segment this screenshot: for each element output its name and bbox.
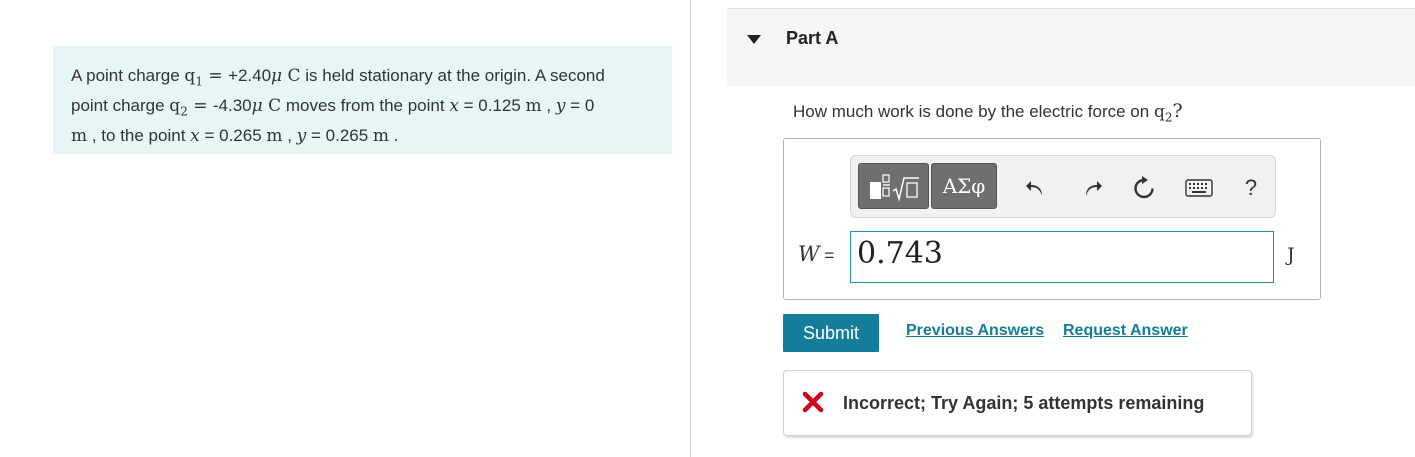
part-a-header[interactable]: Part A (727, 8, 1415, 86)
unit-meter: m (525, 95, 542, 116)
submit-button[interactable]: Submit (783, 314, 879, 352)
problem-text: is held stationary at the origin. A seco… (300, 66, 605, 85)
reset-icon[interactable] (1131, 175, 1157, 201)
problem-text: . (389, 125, 399, 145)
math-toolbar: ΑΣφ ? (850, 155, 1276, 218)
templates-button[interactable] (858, 163, 929, 209)
problem-text: , to the point (87, 125, 191, 145)
problem-statement: A point charge q1 = +2.40μ C is held sta… (53, 46, 672, 154)
problem-text: moves from the point (281, 95, 450, 115)
question-prompt: How much work is done by the electric fo… (793, 102, 1154, 121)
question-mark: ? (1172, 100, 1183, 122)
comma: , (541, 95, 556, 115)
mu-symbol: μ (251, 95, 263, 116)
answer-box: ΑΣφ ? W = 0.743 J (783, 138, 1321, 300)
answer-unit: J (1287, 244, 1295, 266)
templates-icon (869, 174, 919, 202)
part-title: Part A (786, 28, 839, 48)
equals: = (187, 95, 213, 116)
undo-icon[interactable] (1023, 175, 1049, 201)
y2-value: = 0.265 (306, 125, 373, 145)
answer-input[interactable]: 0.743 (850, 231, 1274, 283)
comma: , (282, 125, 297, 145)
greek-symbols-button[interactable]: ΑΣφ (931, 163, 997, 209)
question-text: How much work is done by the electric fo… (793, 100, 1183, 124)
problem-text: A point charge (71, 66, 185, 85)
x1-value: = 0.125 (458, 95, 526, 115)
request-answer-link[interactable]: Request Answer (1063, 322, 1188, 340)
column-divider (690, 0, 691, 457)
redo-icon[interactable] (1079, 175, 1105, 201)
problem-text: point charge (71, 95, 170, 115)
y1-value: = 0 (565, 95, 595, 115)
problem-line-2: point charge q2 = -4.30μ C moves from th… (71, 94, 654, 124)
previous-answers-link[interactable]: Previous Answers (906, 322, 1044, 340)
keyboard-icon[interactable] (1184, 175, 1214, 201)
help-label: ? (1244, 175, 1258, 200)
feedback-text: Incorrect; Try Again; 5 attempts remaini… (843, 393, 1205, 413)
x2-value: = 0.265 (199, 125, 267, 145)
unit-coulomb: C (282, 66, 301, 86)
problem-line-3: m , to the point x = 0.265 m , y = 0.265… (71, 124, 654, 149)
y-variable: y (555, 95, 566, 116)
x-variable: x (190, 125, 200, 146)
q1-symbol: q1 (184, 66, 203, 89)
unit-meter: m (372, 125, 390, 146)
problem-line-1: A point charge q1 = +2.40μ C is held sta… (71, 64, 654, 94)
q1-value: +2.40 (228, 66, 272, 85)
help-icon[interactable]: ? (1238, 175, 1264, 201)
answer-variable-label: W = (798, 242, 835, 266)
feedback-box: Incorrect; Try Again; 5 attempts remaini… (783, 370, 1252, 436)
x-variable: x (449, 95, 459, 116)
unit-meter: m (71, 125, 88, 146)
q2-value: -4.30 (212, 95, 252, 115)
unit-meter: m (266, 125, 283, 146)
mu-symbol: μ (271, 66, 283, 86)
incorrect-x-icon (802, 391, 824, 413)
greek-symbols-icon: ΑΣφ (942, 174, 986, 198)
collapse-caret-icon[interactable] (747, 35, 761, 44)
unit-coulomb: C (262, 95, 282, 116)
q2-symbol: q2 (169, 95, 188, 119)
y-variable: y (296, 125, 307, 146)
q2-symbol: q2 (1153, 102, 1173, 125)
equals: = (202, 66, 229, 86)
